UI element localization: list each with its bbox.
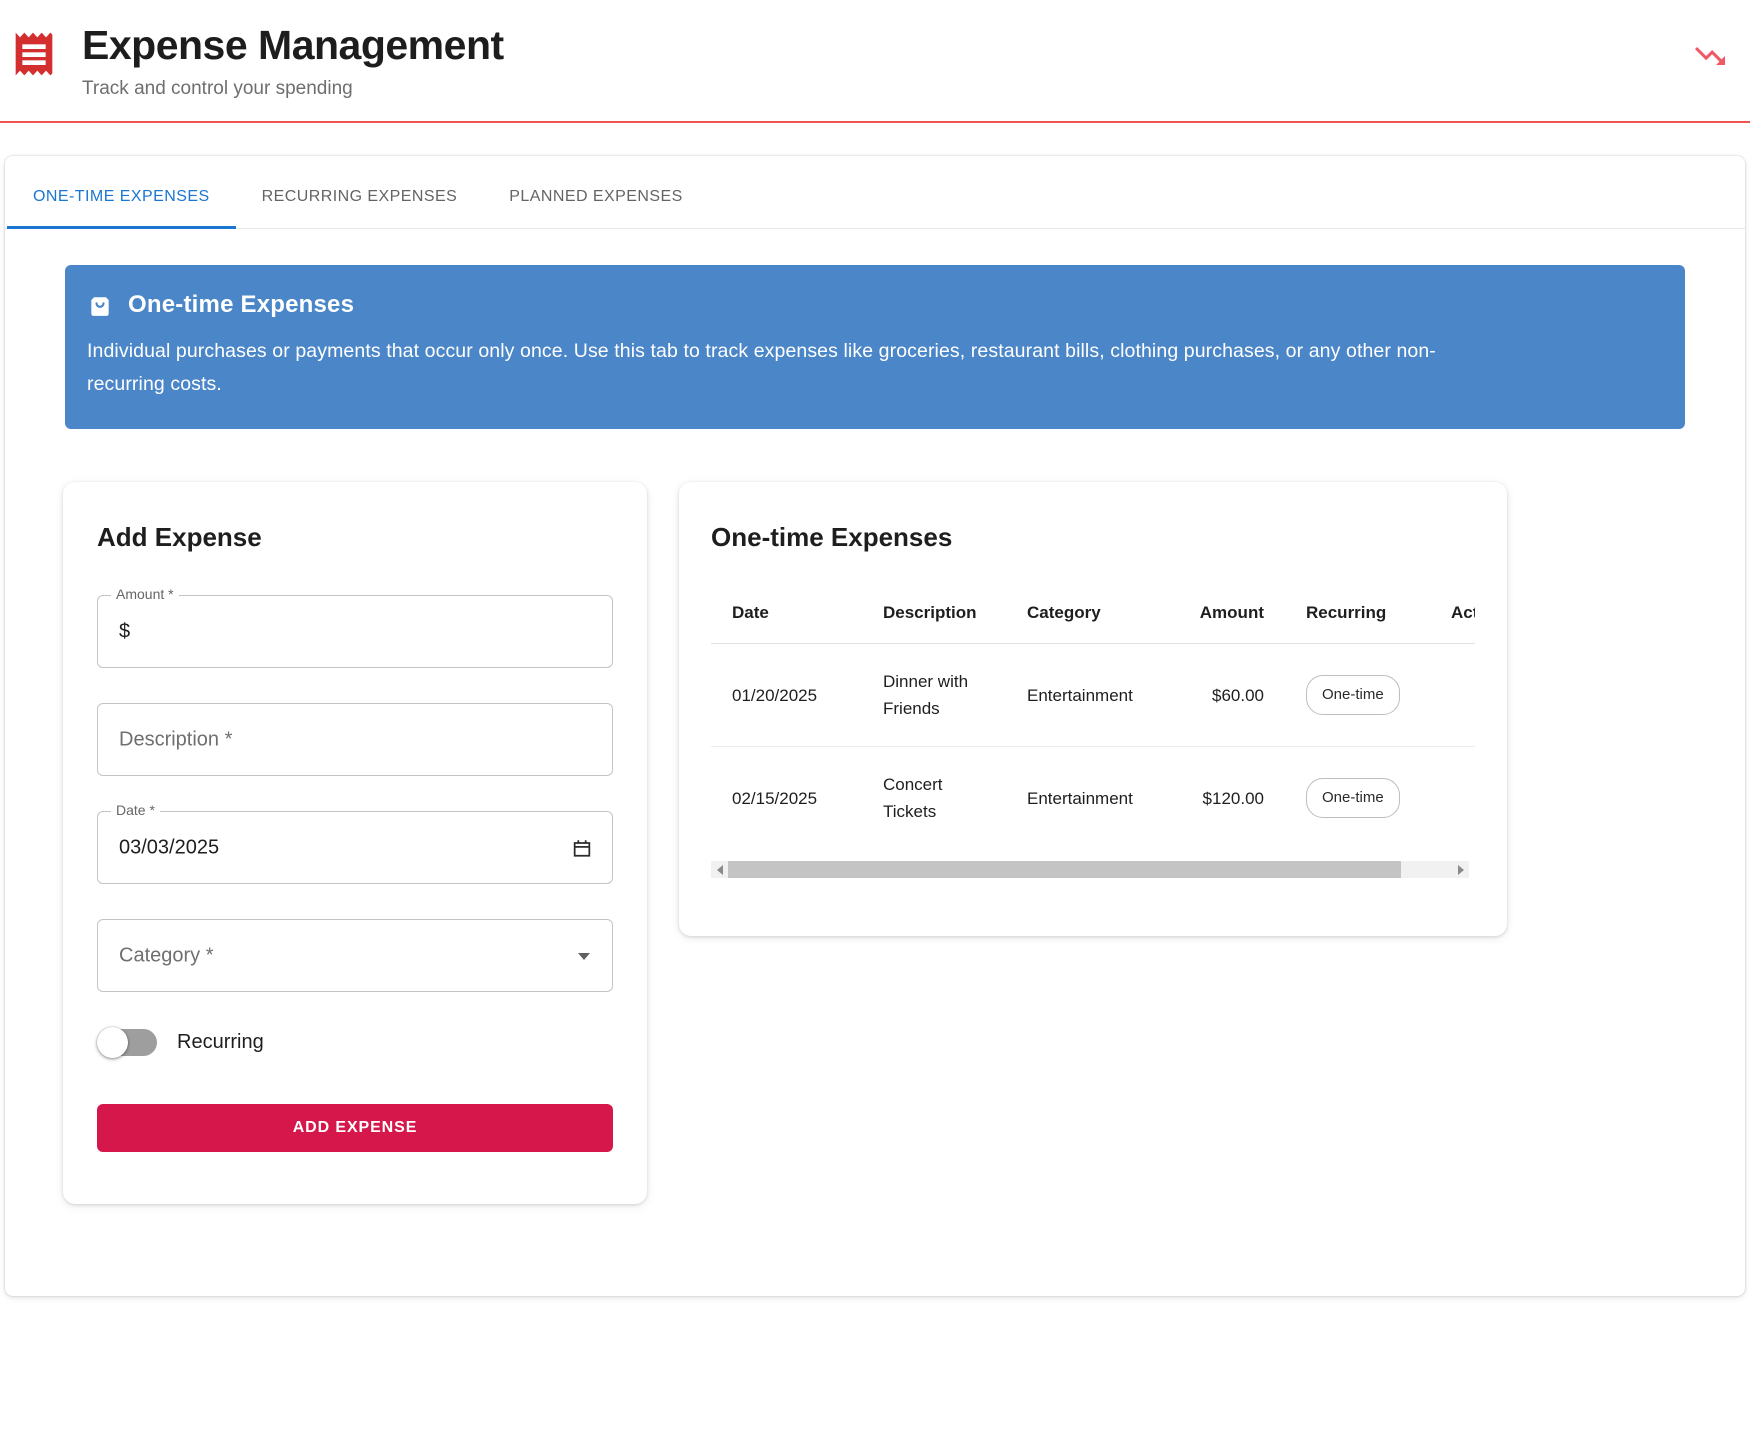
expenses-table: Date Description Category Amount Recurri… — [711, 583, 1475, 849]
amount-field[interactable]: Amount * $ — [97, 595, 613, 668]
cell-amount: $60.00 — [1166, 644, 1276, 747]
date-field[interactable]: Date * 03/03/2025 — [97, 811, 613, 884]
cell-recurring: One-time — [1276, 747, 1421, 850]
page-title: Expense Management — [82, 20, 504, 70]
cell-description: Concert Tickets — [862, 747, 997, 850]
cell-amount: $120.00 — [1166, 747, 1276, 850]
table-header-row: Date Description Category Amount Recurri… — [711, 583, 1475, 644]
page-subtitle: Track and control your spending — [82, 78, 504, 100]
trending-down-icon — [1692, 38, 1728, 74]
tab-planned-expenses[interactable]: PLANNED EXPENSES — [483, 156, 708, 228]
date-label: Date * — [111, 802, 160, 818]
info-banner: One-time Expenses Individual purchases o… — [65, 265, 1685, 429]
app-header: Expense Management Track and control you… — [0, 0, 1750, 121]
column-header-actions: Actions — [1421, 583, 1475, 644]
date-value: 03/03/2025 — [119, 836, 219, 859]
column-header-category: Category — [997, 583, 1166, 644]
scrollbar-track[interactable] — [728, 861, 1452, 878]
scroll-right-button[interactable] — [1452, 861, 1469, 878]
banner-description: Individual purchases or payments that oc… — [87, 335, 1487, 401]
scroll-right-icon — [1458, 865, 1464, 875]
horizontal-scrollbar[interactable] — [711, 861, 1469, 878]
cell-date: 01/20/2025 — [711, 644, 862, 747]
description-label: Description * — [119, 728, 232, 751]
add-expense-title: Add Expense — [97, 522, 613, 553]
expenses-table-title: One-time Expenses — [711, 522, 1475, 553]
column-header-date: Date — [711, 583, 862, 644]
scrollbar-thumb[interactable] — [728, 861, 1401, 878]
amount-prefix: $ — [119, 620, 130, 643]
cell-date: 02/15/2025 — [711, 747, 862, 850]
tab-one-time-expenses[interactable]: ONE-TIME EXPENSES — [7, 156, 236, 228]
table-row: 01/20/2025 Dinner with Friends Entertain… — [711, 644, 1475, 747]
cell-actions — [1421, 747, 1475, 850]
amount-label: Amount * — [111, 586, 179, 602]
expenses-table-panel: One-time Expenses Date Description Categ… — [679, 482, 1507, 936]
category-select[interactable]: Category * — [97, 919, 613, 992]
cell-actions — [1421, 644, 1475, 747]
cell-recurring: One-time — [1276, 644, 1421, 747]
shopping-bag-icon — [87, 292, 113, 318]
category-label: Category * — [119, 944, 214, 967]
add-expense-panel: Add Expense Amount * $ Description * Dat… — [63, 482, 647, 1204]
header-divider — [0, 121, 1750, 123]
one-time-chip: One-time — [1306, 778, 1400, 818]
cell-category: Entertainment — [997, 747, 1166, 850]
cell-description: Dinner with Friends — [862, 644, 997, 747]
tab-recurring-expenses[interactable]: RECURRING EXPENSES — [236, 156, 484, 228]
recurring-toggle-label: Recurring — [177, 1031, 264, 1054]
calendar-icon[interactable] — [571, 837, 593, 859]
receipt-icon — [14, 26, 54, 82]
expenses-table-scroll-area: Date Description Category Amount Recurri… — [711, 583, 1475, 849]
add-expense-button[interactable]: ADD EXPENSE — [97, 1104, 613, 1152]
cell-category: Entertainment — [997, 644, 1166, 747]
column-header-amount: Amount — [1166, 583, 1276, 644]
chevron-down-icon — [578, 953, 590, 960]
banner-title: One-time Expenses — [128, 291, 354, 319]
recurring-toggle[interactable] — [97, 1027, 159, 1058]
toggle-knob — [97, 1027, 128, 1058]
scroll-left-button[interactable] — [711, 861, 728, 878]
scroll-left-icon — [717, 865, 723, 875]
main-content-card: ONE-TIME EXPENSES RECURRING EXPENSES PLA… — [5, 156, 1745, 1296]
description-field[interactable]: Description * — [97, 703, 613, 776]
column-header-recurring: Recurring — [1276, 583, 1421, 644]
tabs-bar: ONE-TIME EXPENSES RECURRING EXPENSES PLA… — [5, 156, 1745, 229]
one-time-chip: One-time — [1306, 675, 1400, 715]
column-header-description: Description — [862, 583, 997, 644]
table-row: 02/15/2025 Concert Tickets Entertainment… — [711, 747, 1475, 850]
